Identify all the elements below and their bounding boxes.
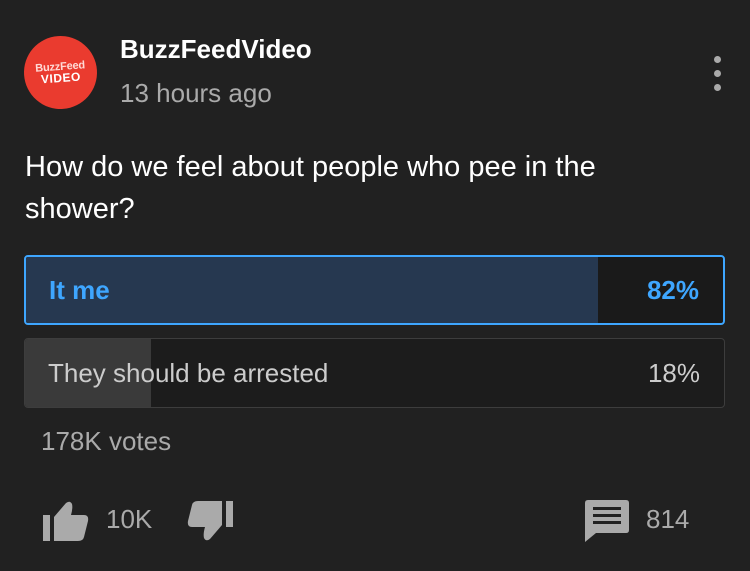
avatar-text-bottom: VIDEO xyxy=(40,69,82,86)
poll-option-arrested[interactable]: They should be arrested 18% xyxy=(24,338,725,408)
poll-option-label: They should be arrested xyxy=(48,357,329,388)
poll-option-label: It me xyxy=(49,274,110,305)
poll-question: How do we feel about people who pee in t… xyxy=(25,151,596,225)
comment-count: 814 xyxy=(646,504,690,534)
poll-option-percent: 82% xyxy=(646,274,699,305)
more-vert-icon[interactable] xyxy=(706,56,730,92)
poll-option-fill xyxy=(26,257,598,323)
like-count: 10K xyxy=(106,504,153,534)
channel-avatar[interactable]: BuzzFeed VIDEO xyxy=(21,33,100,112)
vote-count: 178K votes xyxy=(41,426,172,456)
thumbs-up-icon[interactable] xyxy=(43,500,89,542)
poll-option-percent: 18% xyxy=(647,357,700,388)
comment-icon[interactable] xyxy=(585,500,629,542)
poll-option-it-me[interactable]: It me 82% xyxy=(24,255,725,325)
channel-name[interactable]: BuzzFeedVideo xyxy=(120,34,312,65)
post-timestamp: 13 hours ago xyxy=(120,78,272,108)
thumbs-down-icon[interactable] xyxy=(187,500,233,542)
